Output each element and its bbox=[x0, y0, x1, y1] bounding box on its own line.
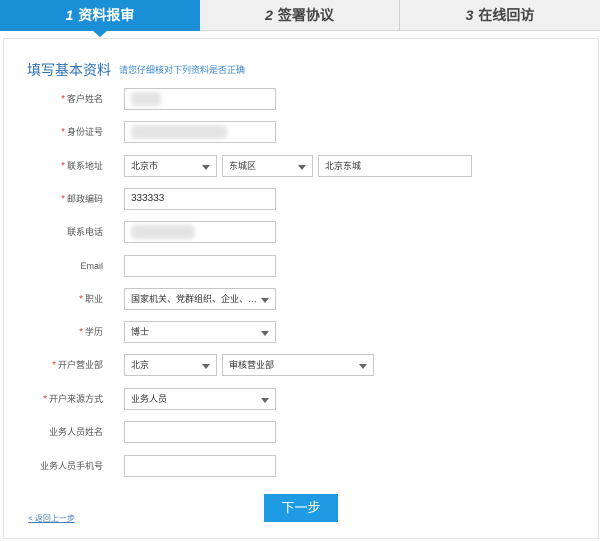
branch-city-select[interactable]: 北京 bbox=[124, 354, 217, 376]
required-marker-icon: * bbox=[79, 327, 83, 338]
required-marker-icon: * bbox=[79, 294, 83, 305]
row-staff-phone: 业务人员手机号 bbox=[0, 455, 600, 477]
step-bar: 1 资料报审 2 签署协议 3 在线回访 bbox=[0, 0, 600, 31]
customer-name-blur bbox=[124, 88, 276, 110]
step-1-active: 1 资料报审 bbox=[0, 0, 200, 31]
phone-label: 联系电话 bbox=[66, 227, 103, 237]
step-label: 签署协议 bbox=[277, 7, 334, 23]
step-label: 在线回访 bbox=[478, 7, 535, 23]
next-step-button[interactable]: 下一步 bbox=[264, 494, 338, 522]
required-marker-icon: * bbox=[61, 161, 65, 172]
row-address: * 联系地址 北京市 东城区 北京东城 bbox=[0, 155, 600, 177]
step-label: 资料报审 bbox=[78, 7, 135, 23]
required-marker-icon: * bbox=[61, 194, 65, 205]
form-title: 填写基本资料 bbox=[27, 62, 111, 78]
required-marker-icon: * bbox=[43, 394, 47, 405]
email-input[interactable] bbox=[124, 255, 276, 277]
address-label: * 联系地址 bbox=[61, 161, 103, 172]
education-select[interactable]: 博士 bbox=[124, 321, 276, 343]
id-number-label: * 身份证号 bbox=[61, 127, 103, 138]
staff-phone-label: 业务人员手机号 bbox=[39, 461, 103, 471]
row-phone: 联系电话 bbox=[0, 221, 600, 243]
phone-blur bbox=[124, 221, 276, 243]
required-marker-icon: * bbox=[61, 127, 65, 138]
row-email: Email bbox=[0, 255, 600, 277]
row-occupation: * 职业 国家机关、党群组织、企业、… bbox=[0, 288, 600, 310]
active-step-pointer-icon bbox=[92, 30, 108, 37]
branch-office-select[interactable]: 审核营业部 bbox=[222, 354, 374, 376]
row-customer-name: * 客户姓名 bbox=[0, 88, 600, 110]
staff-phone-input[interactable] bbox=[124, 455, 276, 477]
address-city-select[interactable]: 北京市 bbox=[124, 155, 217, 177]
required-marker-icon: * bbox=[61, 94, 65, 105]
postcode-input[interactable]: 333333 bbox=[124, 188, 276, 210]
address-district-select[interactable]: 东城区 bbox=[222, 155, 313, 177]
step-number: 2 bbox=[265, 7, 273, 23]
staff-name-input[interactable] bbox=[124, 421, 276, 443]
back-link[interactable]: < 返回上一步 bbox=[28, 513, 75, 524]
row-id-number: * 身份证号 bbox=[0, 121, 600, 143]
occupation-select[interactable]: 国家机关、党群组织、企业、… bbox=[124, 288, 276, 310]
required-marker-icon: * bbox=[52, 360, 56, 371]
row-postcode: * 邮政编码 333333 bbox=[0, 188, 600, 210]
step-3: 3 在线回访 bbox=[400, 0, 600, 31]
education-label: * 学历 bbox=[79, 327, 103, 338]
address-detail-input[interactable]: 北京东城 bbox=[318, 155, 472, 177]
row-branch: * 开户营业部 北京 审核营业部 bbox=[0, 354, 600, 376]
branch-label: * 开户营业部 bbox=[52, 360, 103, 371]
row-education: * 学历 博士 bbox=[0, 321, 600, 343]
postcode-label: * 邮政编码 bbox=[61, 194, 103, 205]
step-number: 1 bbox=[65, 7, 74, 23]
source-label: * 开户来源方式 bbox=[43, 394, 103, 405]
email-label: Email bbox=[80, 261, 103, 271]
form-hint: 请您仔细核对下列资料是否正确 bbox=[119, 65, 246, 75]
step-number: 3 bbox=[465, 7, 474, 23]
row-source: * 开户来源方式 业务人员 bbox=[0, 388, 600, 410]
customer-name-label: * 客户姓名 bbox=[61, 94, 103, 105]
occupation-label: * 职业 bbox=[79, 294, 103, 305]
staff-name-label: 业务人员姓名 bbox=[48, 427, 103, 437]
source-select[interactable]: 业务人员 bbox=[124, 388, 276, 410]
step-2: 2 签署协议 bbox=[200, 0, 400, 31]
id-number-blur bbox=[124, 121, 276, 143]
row-staff-name: 业务人员姓名 bbox=[0, 421, 600, 443]
